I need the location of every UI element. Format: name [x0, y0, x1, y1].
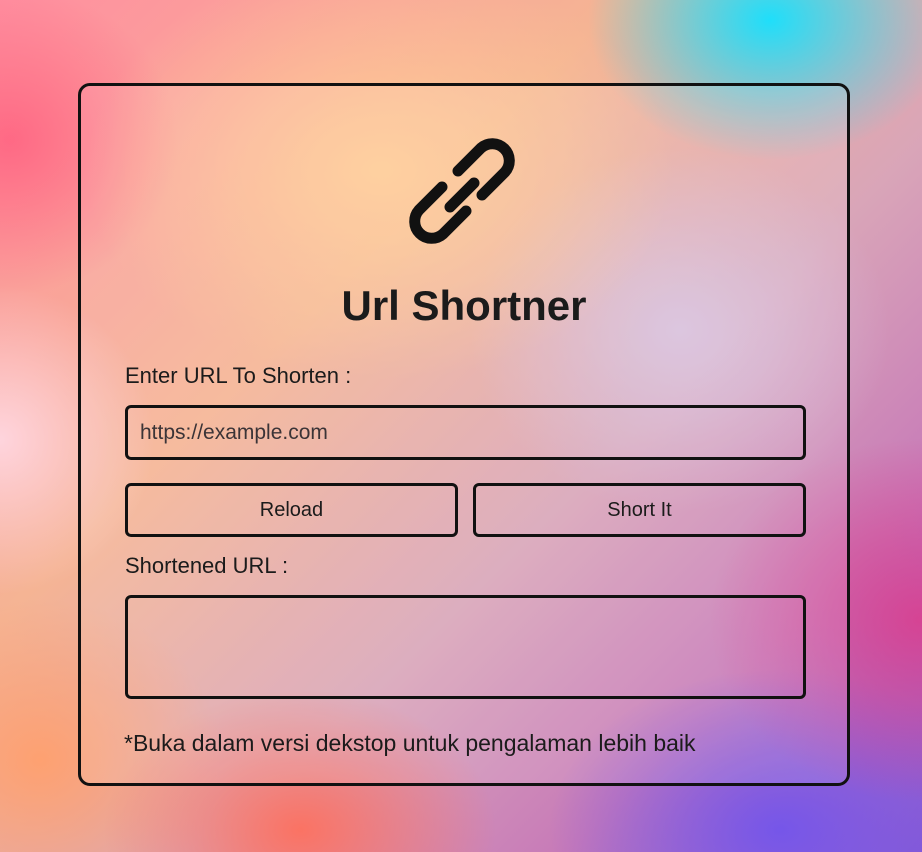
- desktop-note: *Buka dalam versi dekstop untuk pengalam…: [124, 730, 696, 756]
- shortened-url-label: Shortened URL :: [125, 553, 289, 578]
- url-label: Enter URL To Shorten :: [125, 363, 352, 388]
- reload-button[interactable]: Reload: [125, 483, 458, 537]
- short-it-button[interactable]: Short It: [473, 483, 806, 537]
- link-icon: [409, 138, 515, 244]
- page-title: Url Shortner: [341, 282, 587, 329]
- url-input[interactable]: [125, 405, 806, 460]
- shortened-url-output[interactable]: [125, 595, 806, 699]
